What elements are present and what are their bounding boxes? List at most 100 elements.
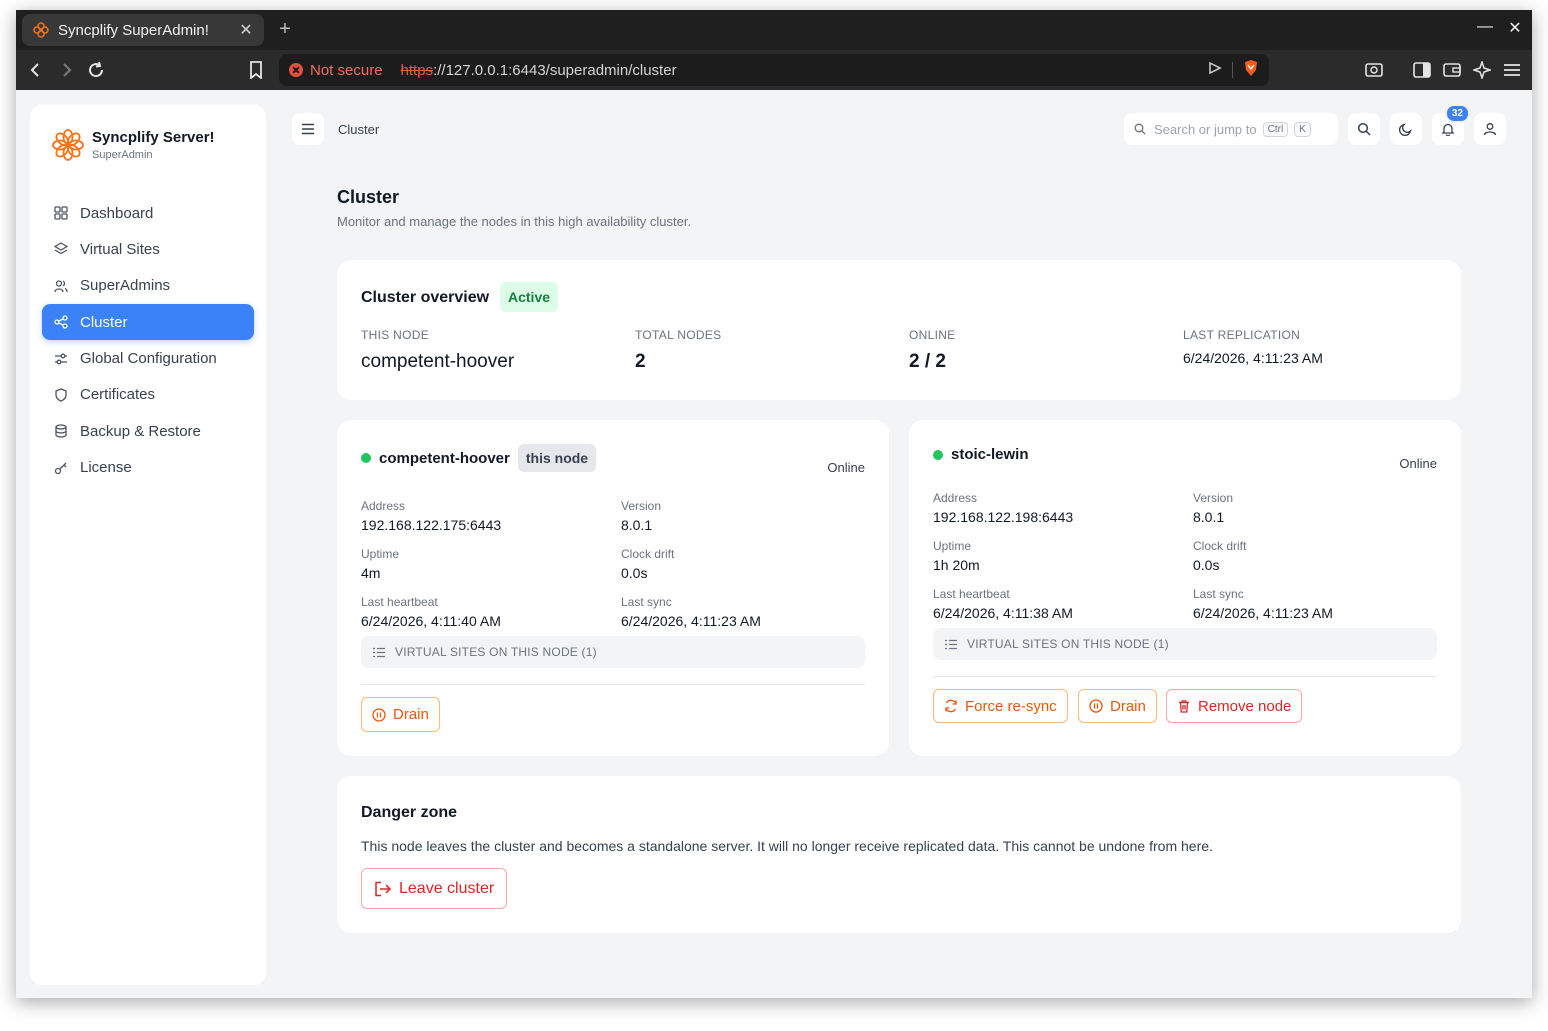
virtual-sites-expander[interactable]: VIRTUAL SITES ON THIS NODE (1) [933,628,1437,660]
divider [361,684,865,685]
remove-node-button[interactable]: Remove node [1166,689,1303,723]
stat-online: ONLINE 2 / 2 [909,328,955,373]
search-input[interactable]: Search or jump to Ctrl K [1124,113,1338,145]
field-value: 192.168.122.198:6443 [933,509,1074,525]
sidebar-item-backup-restore[interactable]: Backup & Restore [42,413,254,449]
online-status-dot [361,453,371,463]
url-divider [1232,62,1233,78]
sidebar-nav: Dashboard Virtual Sites SuperAdmins Clus… [42,195,254,486]
brave-shield-icon[interactable] [1243,59,1259,81]
minimize-icon[interactable]: — [1474,18,1496,36]
theme-toggle-button[interactable] [1390,113,1422,145]
drain-button[interactable]: Drain [1078,689,1157,723]
field-value: 6/24/2026, 4:11:23 AM [1193,605,1333,621]
search-button[interactable] [1348,113,1380,145]
screenshot-icon[interactable] [1362,58,1386,82]
search-icon [1134,123,1146,135]
field-value: 6/24/2026, 4:11:40 AM [361,613,501,629]
sidebar-item-cluster[interactable]: Cluster [42,304,254,341]
overview-title: Cluster overview [361,289,490,306]
stat-value: 2 / 2 [909,351,946,372]
stat-this-node: THIS NODE competent-hoover [361,328,514,373]
list-icon [945,639,957,650]
button-label: Drain [1110,697,1146,715]
app-root: Syncplify Server! SuperAdmin Dashboard V… [16,90,1532,998]
grid-icon [54,206,68,220]
field-label: Version [1193,491,1234,505]
brand[interactable]: Syncplify Server! SuperAdmin [50,127,215,163]
online-status-dot [933,449,943,460]
address-bar[interactable]: Not secure https ://127.0.0.1:6443/super… [279,54,1269,86]
menu-icon[interactable] [1500,58,1524,82]
stat-last-replication: LAST REPLICATION 6/24/2026, 4:11:23 AM [1183,328,1323,366]
forward-icon[interactable] [54,58,78,82]
stat-value: competent-hoover [361,351,515,372]
field-label: Uptime [361,547,400,561]
new-tab-icon[interactable]: + [274,18,296,41]
close-tab-icon[interactable]: ✕ [238,20,254,40]
sidebar-item-virtual-sites[interactable]: Virtual Sites [42,231,254,267]
close-window-icon[interactable]: ✕ [1504,18,1526,38]
send-icon[interactable] [1208,61,1222,79]
url-scheme: https [400,61,434,79]
bookmark-icon[interactable] [244,58,268,82]
sidebar-item-certificates[interactable]: Certificates [42,377,254,413]
field-version: Version 8.0.1 [621,499,661,533]
stat-label: TOTAL NODES [635,328,722,342]
node-card: competent-hoover this node Online Addres… [337,420,889,756]
field-value: 8.0.1 [1193,509,1225,525]
field-value: 6/24/2026, 4:11:38 AM [933,605,1073,621]
divider [933,676,1437,677]
drain-button[interactable]: Drain [361,697,440,732]
virtual-sites-expander[interactable]: VIRTUAL SITES ON THIS NODE (1) [361,636,865,668]
sidebar-item-global-configuration[interactable]: Global Configuration [42,341,254,377]
node-header: stoic-lewin [933,446,1029,463]
reload-icon[interactable] [84,58,108,82]
field-clock-drift: Clock drift 0.0s [1193,539,1246,573]
stat-value: 6/24/2026, 4:11:23 AM [1183,350,1323,366]
share-icon [54,315,68,329]
search-placeholder: Search or jump to [1154,121,1257,137]
syncplify-logo-icon [50,127,86,163]
user-menu-button[interactable] [1474,113,1506,145]
danger-zone-text: This node leaves the cluster and becomes… [361,838,1213,854]
back-icon[interactable] [24,58,48,82]
leave-cluster-button[interactable]: Leave cluster [361,868,508,909]
force-resync-button[interactable]: Force re-sync [933,689,1068,723]
field-version: Version 8.0.1 [1193,491,1233,525]
leo-ai-icon[interactable] [1470,58,1494,82]
kbd-k: K [1294,121,1311,137]
node-name: competent-hoover [379,449,510,467]
field-label: Last sync [1193,587,1244,601]
field-last-heartbeat: Last heartbeat 6/24/2026, 4:11:40 AM [361,595,501,629]
node-header: competent-hoover this node [361,444,597,472]
page-subtitle: Monitor and manage the nodes in this hig… [337,214,692,229]
brand-subtitle: SuperAdmin [92,149,153,161]
this-node-badge: this node [517,444,597,472]
node-status: Online [1399,456,1437,471]
syncplify-favicon-icon [32,21,50,39]
wallet-icon[interactable] [1440,58,1464,82]
layers-icon [54,242,68,256]
sidebar-item-label: License [80,459,132,477]
browser-tab[interactable]: Syncplify SuperAdmin! ✕ [22,14,264,46]
sidebar-item-superadmins[interactable]: SuperAdmins [42,268,254,304]
field-address: Address 192.168.122.198:6443 [933,491,1073,525]
browser-window: Syncplify SuperAdmin! ✕ + — ✕ Not secure… [16,10,1532,998]
page-title: Cluster [337,187,400,207]
field-label: Clock drift [621,547,675,561]
field-last-sync: Last sync 6/24/2026, 4:11:23 AM [621,595,761,629]
refresh-icon [944,699,958,713]
sidebar-item-license[interactable]: License [42,450,254,486]
sidebar-toggle-icon[interactable] [1410,58,1434,82]
node-name: stoic-lewin [951,446,1029,463]
sidebar: Syncplify Server! SuperAdmin Dashboard V… [30,105,266,985]
menu-toggle-button[interactable] [292,113,324,145]
field-label: Uptime [933,539,972,553]
notifications-button[interactable]: 32 [1432,104,1470,145]
kbd-ctrl: Ctrl [1262,121,1289,137]
sidebar-item-dashboard[interactable]: Dashboard [42,195,254,231]
field-value: 8.0.1 [621,517,653,533]
field-label: Last sync [621,595,672,609]
sidebar-item-label: Certificates [80,386,156,404]
